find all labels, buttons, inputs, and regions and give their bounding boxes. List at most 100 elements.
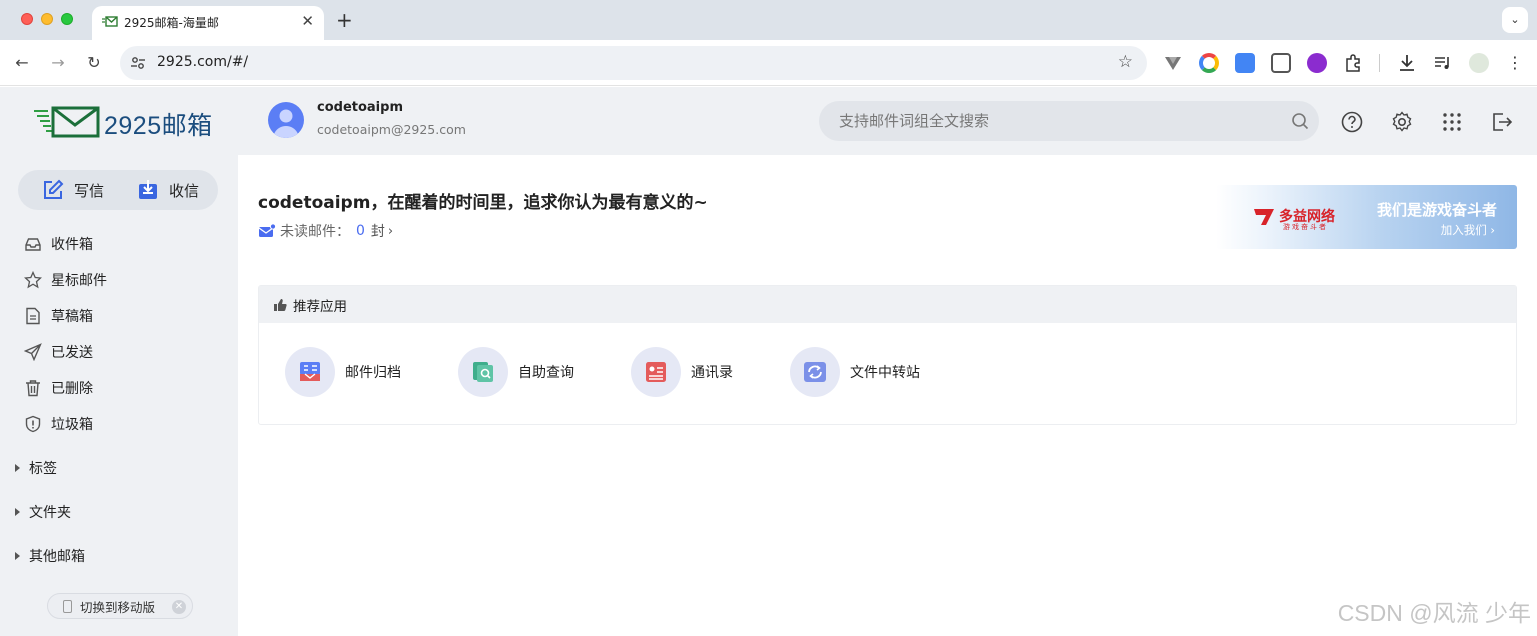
banner-subtitle: 游戏奋斗者 bbox=[1283, 223, 1328, 231]
sidebar-item-label: 星标邮件 bbox=[51, 273, 107, 289]
receive-label: 收信 bbox=[169, 181, 200, 200]
recommended-apps-title: 推荐应用 bbox=[293, 298, 347, 315]
inbox-icon bbox=[25, 238, 41, 251]
caret-right-icon bbox=[15, 464, 20, 472]
banner-slogan: 我们是游戏奋斗者 bbox=[1376, 201, 1497, 219]
archive-icon bbox=[285, 347, 335, 397]
sidebar-item-starred[interactable]: 星标邮件 bbox=[24, 269, 107, 291]
app-label: 邮件归档 bbox=[345, 365, 401, 381]
browser-tab[interactable]: 2925邮箱-海量邮 ✕ bbox=[92, 6, 324, 40]
logo-mail-icon bbox=[34, 106, 100, 138]
search-input[interactable] bbox=[839, 101, 1279, 141]
maximize-window-button[interactable] bbox=[61, 13, 73, 25]
profile-avatar-icon[interactable] bbox=[1469, 53, 1489, 73]
app-header: 2925邮箱 codetoaipm codetoaipm@2925.com bbox=[0, 87, 1537, 155]
star-icon bbox=[24, 271, 42, 289]
user-avatar-icon bbox=[273, 109, 299, 138]
toolbar-divider bbox=[1379, 54, 1380, 72]
browser-toolbar: ← → ↻ 2925.com/#/ ☆ ⋮ bbox=[0, 40, 1537, 86]
unread-mail-link[interactable]: 未读邮件： 0 封 › bbox=[258, 221, 393, 241]
vue-devtools-icon[interactable] bbox=[1163, 53, 1183, 73]
translate-icon[interactable] bbox=[1235, 53, 1255, 73]
tab-close-icon[interactable]: ✕ bbox=[301, 12, 314, 30]
user-email: codetoaipm@2925.com bbox=[317, 122, 466, 137]
forward-button[interactable]: → bbox=[47, 52, 69, 74]
site-settings-icon[interactable] bbox=[130, 55, 146, 71]
sidebar-item-spam[interactable]: 垃圾箱 bbox=[24, 413, 93, 435]
app-label: 通讯录 bbox=[691, 365, 733, 381]
sidebar-item-inbox[interactable]: 收件箱 bbox=[24, 233, 93, 255]
bookmark-star-icon[interactable]: ☆ bbox=[1118, 52, 1133, 72]
back-button[interactable]: ← bbox=[11, 52, 33, 74]
caret-right-icon bbox=[15, 552, 20, 560]
ad-banner[interactable]: 多益网络 游戏奋斗者 我们是游戏奋斗者 加入我们 › bbox=[1216, 185, 1517, 249]
tab-search-button[interactable]: ⌄ bbox=[1502, 7, 1528, 33]
user-name: codetoaipm bbox=[317, 100, 403, 115]
switch-to-mobile-button[interactable]: 切换到移动版 ✕ bbox=[47, 593, 193, 619]
sidebar-group-folders[interactable]: 文件夹 bbox=[15, 501, 71, 523]
help-icon[interactable] bbox=[1341, 111, 1363, 133]
new-tab-button[interactable]: + bbox=[336, 8, 353, 32]
reload-button[interactable]: ↻ bbox=[83, 52, 105, 74]
address-bar[interactable]: 2925.com/#/ ☆ bbox=[120, 46, 1147, 80]
file-transfer-icon bbox=[790, 347, 840, 397]
duoyi-logo-icon bbox=[1254, 209, 1274, 225]
url-text: 2925.com/#/ bbox=[157, 54, 249, 70]
watermark: CSDN @风流 少年 bbox=[1337, 600, 1531, 626]
switch-to-mobile-label: 切换到移动版 bbox=[80, 599, 156, 615]
chrome-extension-icon[interactable] bbox=[1199, 53, 1219, 73]
sidebar-item-label: 垃圾箱 bbox=[51, 417, 93, 433]
sidebar: 写信 收信 收件箱 星标邮件 草稿箱 已发送 已删除 垃圾箱 标签 文件夹 其他… bbox=[0, 155, 238, 636]
extension-purple-icon[interactable] bbox=[1307, 53, 1327, 73]
screenshot-icon[interactable] bbox=[1271, 53, 1291, 73]
app-file-transfer[interactable]: 文件中转站 bbox=[790, 347, 920, 397]
apps-grid-icon[interactable] bbox=[1441, 111, 1463, 133]
app-contacts[interactable]: 通讯录 bbox=[631, 347, 733, 397]
thumbs-up-icon bbox=[274, 298, 287, 311]
logout-icon[interactable] bbox=[1491, 111, 1513, 133]
user-avatar[interactable] bbox=[268, 102, 304, 138]
close-icon[interactable]: ✕ bbox=[172, 600, 186, 614]
sidebar-item-label: 收件箱 bbox=[51, 237, 93, 253]
compose-button[interactable]: 写信 bbox=[42, 170, 104, 210]
search-icon[interactable] bbox=[1291, 112, 1309, 130]
contacts-icon bbox=[631, 347, 681, 397]
compose-icon bbox=[44, 179, 64, 199]
receive-button[interactable]: 收信 bbox=[137, 170, 199, 210]
app-label: 文件中转站 bbox=[850, 365, 920, 381]
close-window-button[interactable] bbox=[21, 13, 33, 25]
sidebar-group-label: 标签 bbox=[29, 461, 57, 477]
sidebar-item-label: 已删除 bbox=[51, 381, 93, 397]
draft-icon bbox=[26, 307, 40, 325]
caret-right-icon bbox=[15, 508, 20, 516]
sidebar-item-sent[interactable]: 已发送 bbox=[24, 341, 93, 363]
app-label: 自助查询 bbox=[518, 365, 574, 381]
browser-menu-icon[interactable]: ⋮ bbox=[1505, 53, 1525, 73]
logo[interactable]: 2925邮箱 bbox=[34, 105, 214, 140]
sidebar-group-label: 文件夹 bbox=[29, 505, 71, 521]
receive-icon bbox=[139, 180, 157, 199]
sidebar-item-label: 已发送 bbox=[51, 345, 93, 361]
sidebar-group-other-mailboxes[interactable]: 其他邮箱 bbox=[15, 545, 85, 567]
download-icon[interactable] bbox=[1397, 53, 1417, 73]
media-control-icon[interactable] bbox=[1433, 53, 1453, 73]
unread-label: 未读邮件： bbox=[280, 224, 350, 240]
sidebar-item-drafts[interactable]: 草稿箱 bbox=[24, 305, 93, 327]
tab-title: 2925邮箱-海量邮 bbox=[124, 16, 219, 30]
sidebar-group-tags[interactable]: 标签 bbox=[15, 457, 57, 479]
phone-icon bbox=[63, 599, 72, 613]
send-icon bbox=[24, 343, 42, 361]
banner-join-link[interactable]: 加入我们 › bbox=[1441, 222, 1495, 238]
recommended-apps-header: 推荐应用 bbox=[259, 286, 1516, 323]
unread-count: 0 bbox=[356, 223, 365, 239]
app-mail-archive[interactable]: 邮件归档 bbox=[285, 347, 401, 397]
mail-favicon-icon bbox=[102, 16, 118, 27]
sidebar-item-deleted[interactable]: 已删除 bbox=[24, 377, 93, 399]
browser-tab-bar: 2925邮箱-海量邮 ✕ + ⌄ bbox=[0, 0, 1537, 40]
sidebar-item-label: 草稿箱 bbox=[51, 309, 93, 325]
app-self-query[interactable]: 自助查询 bbox=[458, 347, 574, 397]
extensions-puzzle-icon[interactable] bbox=[1343, 53, 1363, 73]
settings-gear-icon[interactable] bbox=[1391, 111, 1413, 133]
minimize-window-button[interactable] bbox=[41, 13, 53, 25]
unread-unit: 封 bbox=[370, 224, 385, 240]
